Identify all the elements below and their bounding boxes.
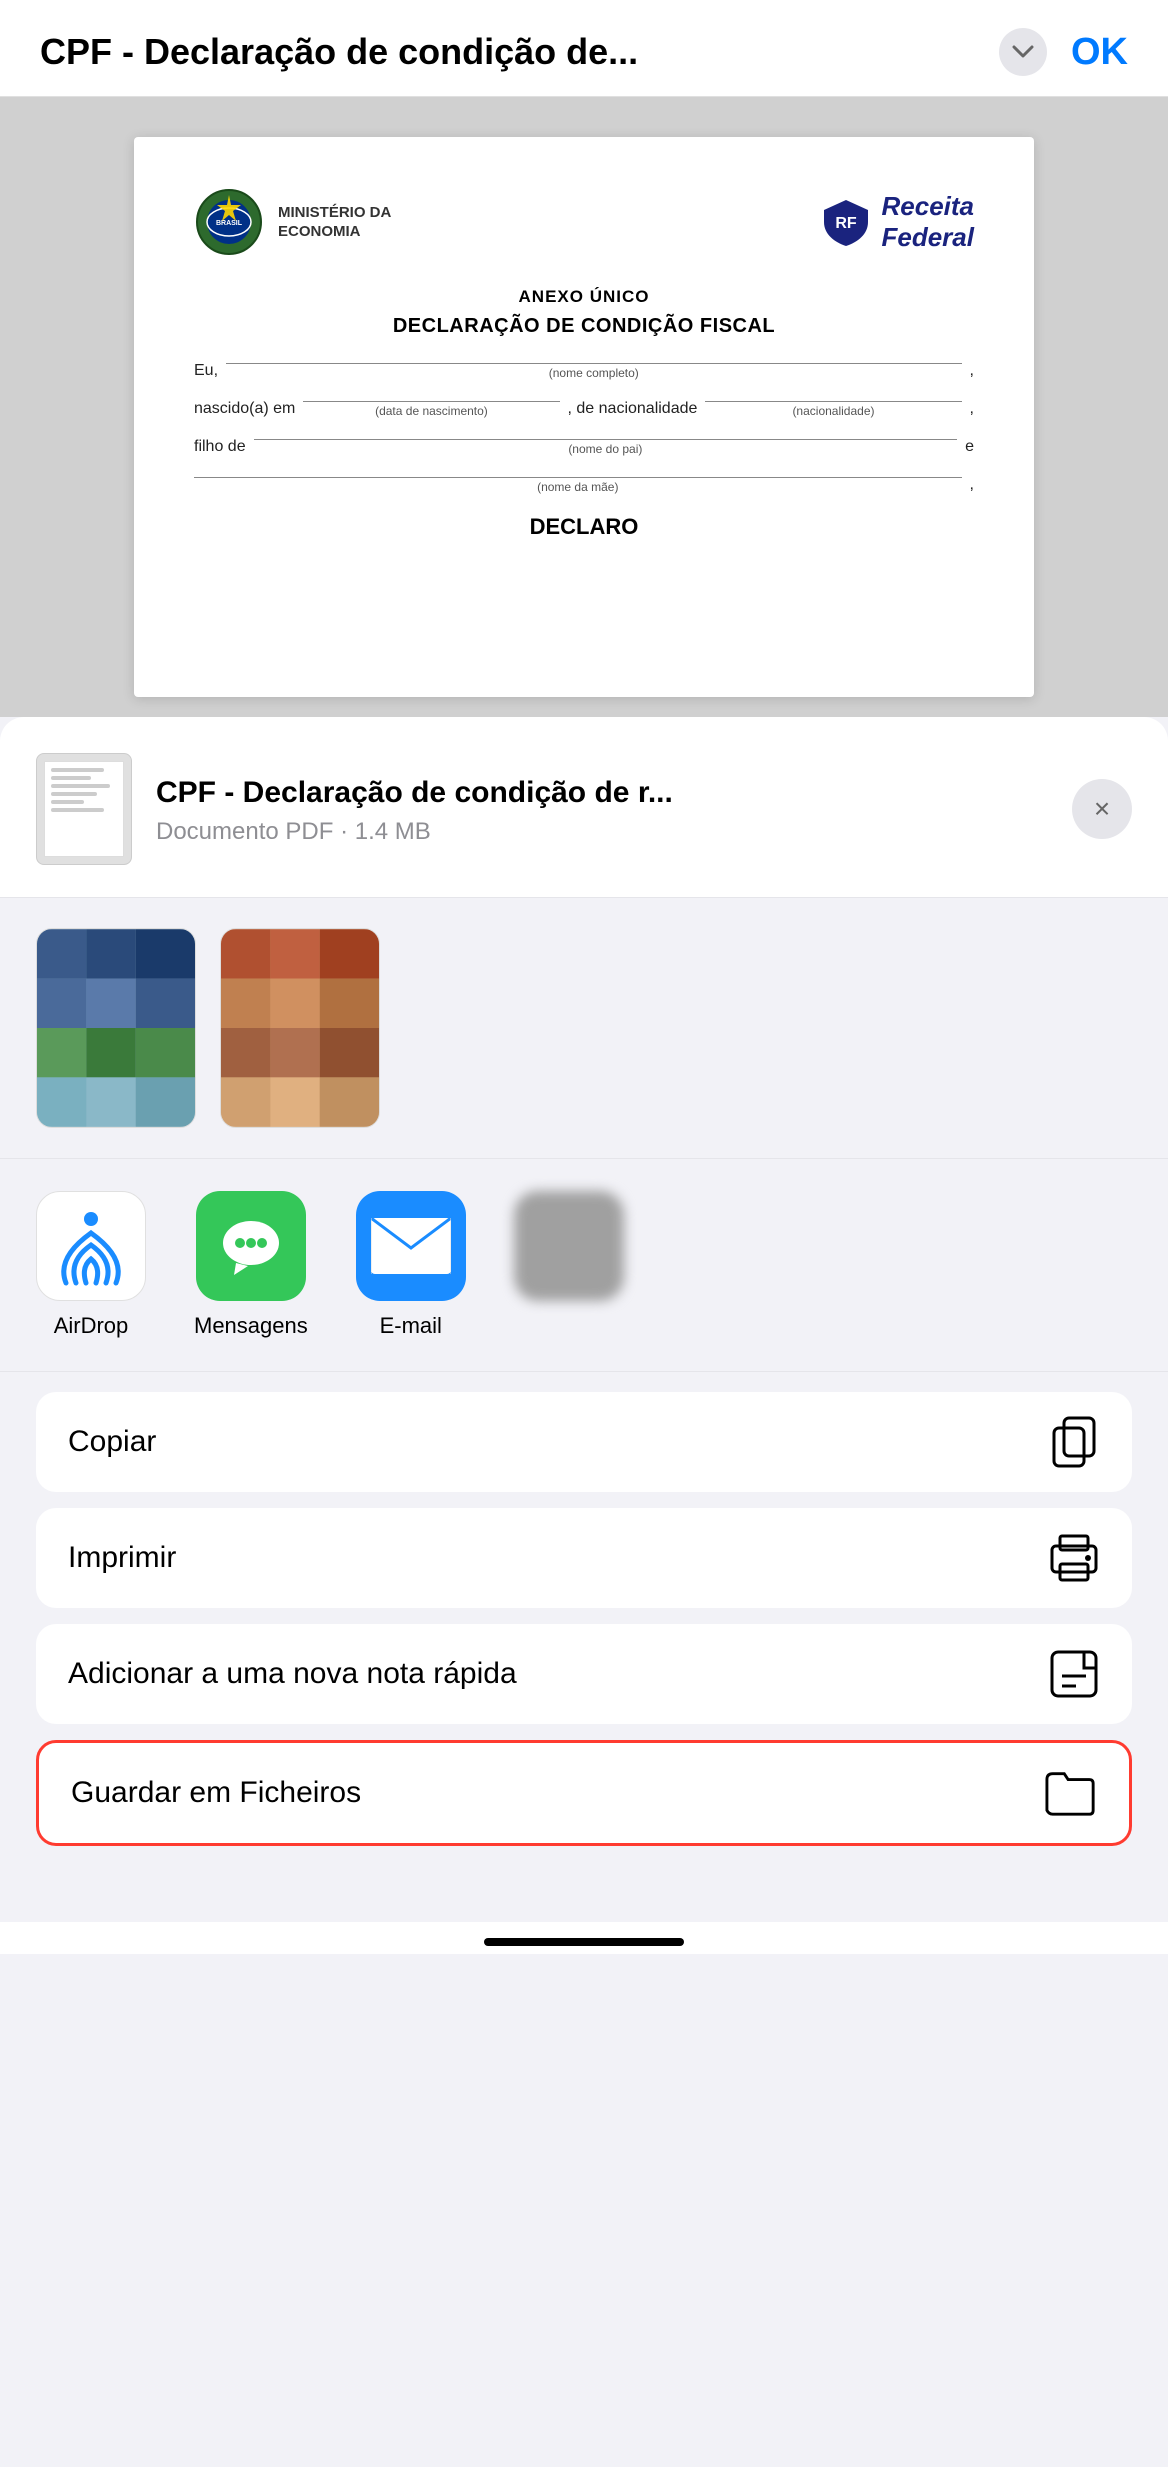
- airdrop-app-icon: [36, 1191, 146, 1301]
- pdf-title-section: ANEXO ÚNICO DECLARAÇÃO DE CONDIÇÃO FISCA…: [194, 287, 974, 338]
- save-files-label: Guardar em Ficheiros: [71, 1776, 361, 1810]
- pdf-field-nascido: nascido(a) em (data de nascimento) , de …: [194, 400, 974, 418]
- brazil-emblem-icon: BRASIL: [194, 187, 264, 257]
- pdf-declare-label: DECLARO: [194, 514, 974, 540]
- mail-app-icon: [356, 1191, 466, 1301]
- action-group-copy: Copiar: [36, 1392, 1132, 1492]
- recent-thumbnails-row: [0, 898, 1168, 1159]
- mensagens-app-icon: [196, 1191, 306, 1301]
- share-sheet: CPF - Declaração de condição de r... Doc…: [0, 717, 1168, 2467]
- ministry-label: MINISTÉRIO DAECONOMIA: [278, 203, 391, 242]
- ok-button[interactable]: OK: [1071, 31, 1128, 74]
- action-list: Copiar Imprimir: [0, 1372, 1168, 1922]
- chevron-down-icon[interactable]: [999, 28, 1047, 76]
- folder-icon: [1045, 1767, 1097, 1819]
- note-label: Adicionar a uma nova nota rápida: [68, 1657, 517, 1691]
- share-info: CPF - Declaração de condição de r... Doc…: [156, 773, 1048, 846]
- svg-text:BRASIL: BRASIL: [216, 220, 243, 227]
- share-filename: CPF - Declaração de condição de r...: [156, 773, 1048, 812]
- share-meta: Documento PDF · 1.4 MB: [156, 818, 1048, 846]
- nav-bar: CPF - Declaração de condição de... OK: [0, 0, 1168, 97]
- email-label: E-mail: [380, 1313, 442, 1339]
- pdf-main-title: DECLARAÇÃO DE CONDIÇÃO FISCAL: [194, 315, 974, 338]
- home-bar: [484, 1938, 684, 1946]
- action-group-note: Adicionar a uma nova nota rápida: [36, 1624, 1132, 1724]
- copy-label: Copiar: [68, 1425, 156, 1459]
- document-title: CPF - Declaração de condição de...: [40, 31, 983, 73]
- pdf-document: BRASIL MINISTÉRIO DAECONOMIA RF ReceitaF…: [134, 137, 1034, 697]
- pdf-field-mae: (nome da mãe) ,: [194, 476, 974, 494]
- pdf-field-eu: Eu, (nome completo) ,: [194, 362, 974, 380]
- pdf-preview: BRASIL MINISTÉRIO DAECONOMIA RF ReceitaF…: [0, 97, 1168, 717]
- share-app-blurred[interactable]: [514, 1191, 624, 1339]
- rf-logo: RF ReceitaFederal: [820, 191, 975, 253]
- share-app-airdrop[interactable]: AirDrop: [36, 1191, 146, 1339]
- action-print[interactable]: Imprimir: [36, 1508, 1132, 1608]
- action-copy[interactable]: Copiar: [36, 1392, 1132, 1492]
- action-group-print: Imprimir: [36, 1508, 1132, 1608]
- pdf-field-filho: filho de (nome do pai) e: [194, 438, 974, 456]
- app-share-row: AirDrop Mensagens: [0, 1159, 1168, 1372]
- blurred-app-icon: [514, 1191, 624, 1301]
- note-icon: [1048, 1648, 1100, 1700]
- print-label: Imprimir: [68, 1541, 176, 1575]
- share-document-thumbnail: [36, 753, 132, 865]
- action-note[interactable]: Adicionar a uma nova nota rápida: [36, 1624, 1132, 1724]
- copy-icon: [1048, 1416, 1100, 1468]
- rf-text: ReceitaFederal: [882, 191, 975, 253]
- share-close-button[interactable]: ×: [1072, 779, 1132, 839]
- share-app-email[interactable]: E-mail: [356, 1191, 466, 1339]
- recent-thumb-2[interactable]: [220, 928, 380, 1128]
- airdrop-label: AirDrop: [54, 1313, 129, 1339]
- recent-thumb-1[interactable]: [36, 928, 196, 1128]
- print-icon: [1048, 1532, 1100, 1584]
- action-group-save-files: Guardar em Ficheiros: [36, 1740, 1132, 1846]
- receita-federal-icon: RF: [820, 196, 872, 248]
- svg-text:RF: RF: [835, 215, 857, 232]
- share-header: CPF - Declaração de condição de r... Doc…: [0, 717, 1168, 898]
- pdf-anexo-label: ANEXO ÚNICO: [194, 287, 974, 307]
- action-save-files[interactable]: Guardar em Ficheiros: [39, 1743, 1129, 1843]
- home-indicator: [0, 1922, 1168, 1954]
- share-app-mensagens[interactable]: Mensagens: [194, 1191, 308, 1339]
- mensagens-label: Mensagens: [194, 1313, 308, 1339]
